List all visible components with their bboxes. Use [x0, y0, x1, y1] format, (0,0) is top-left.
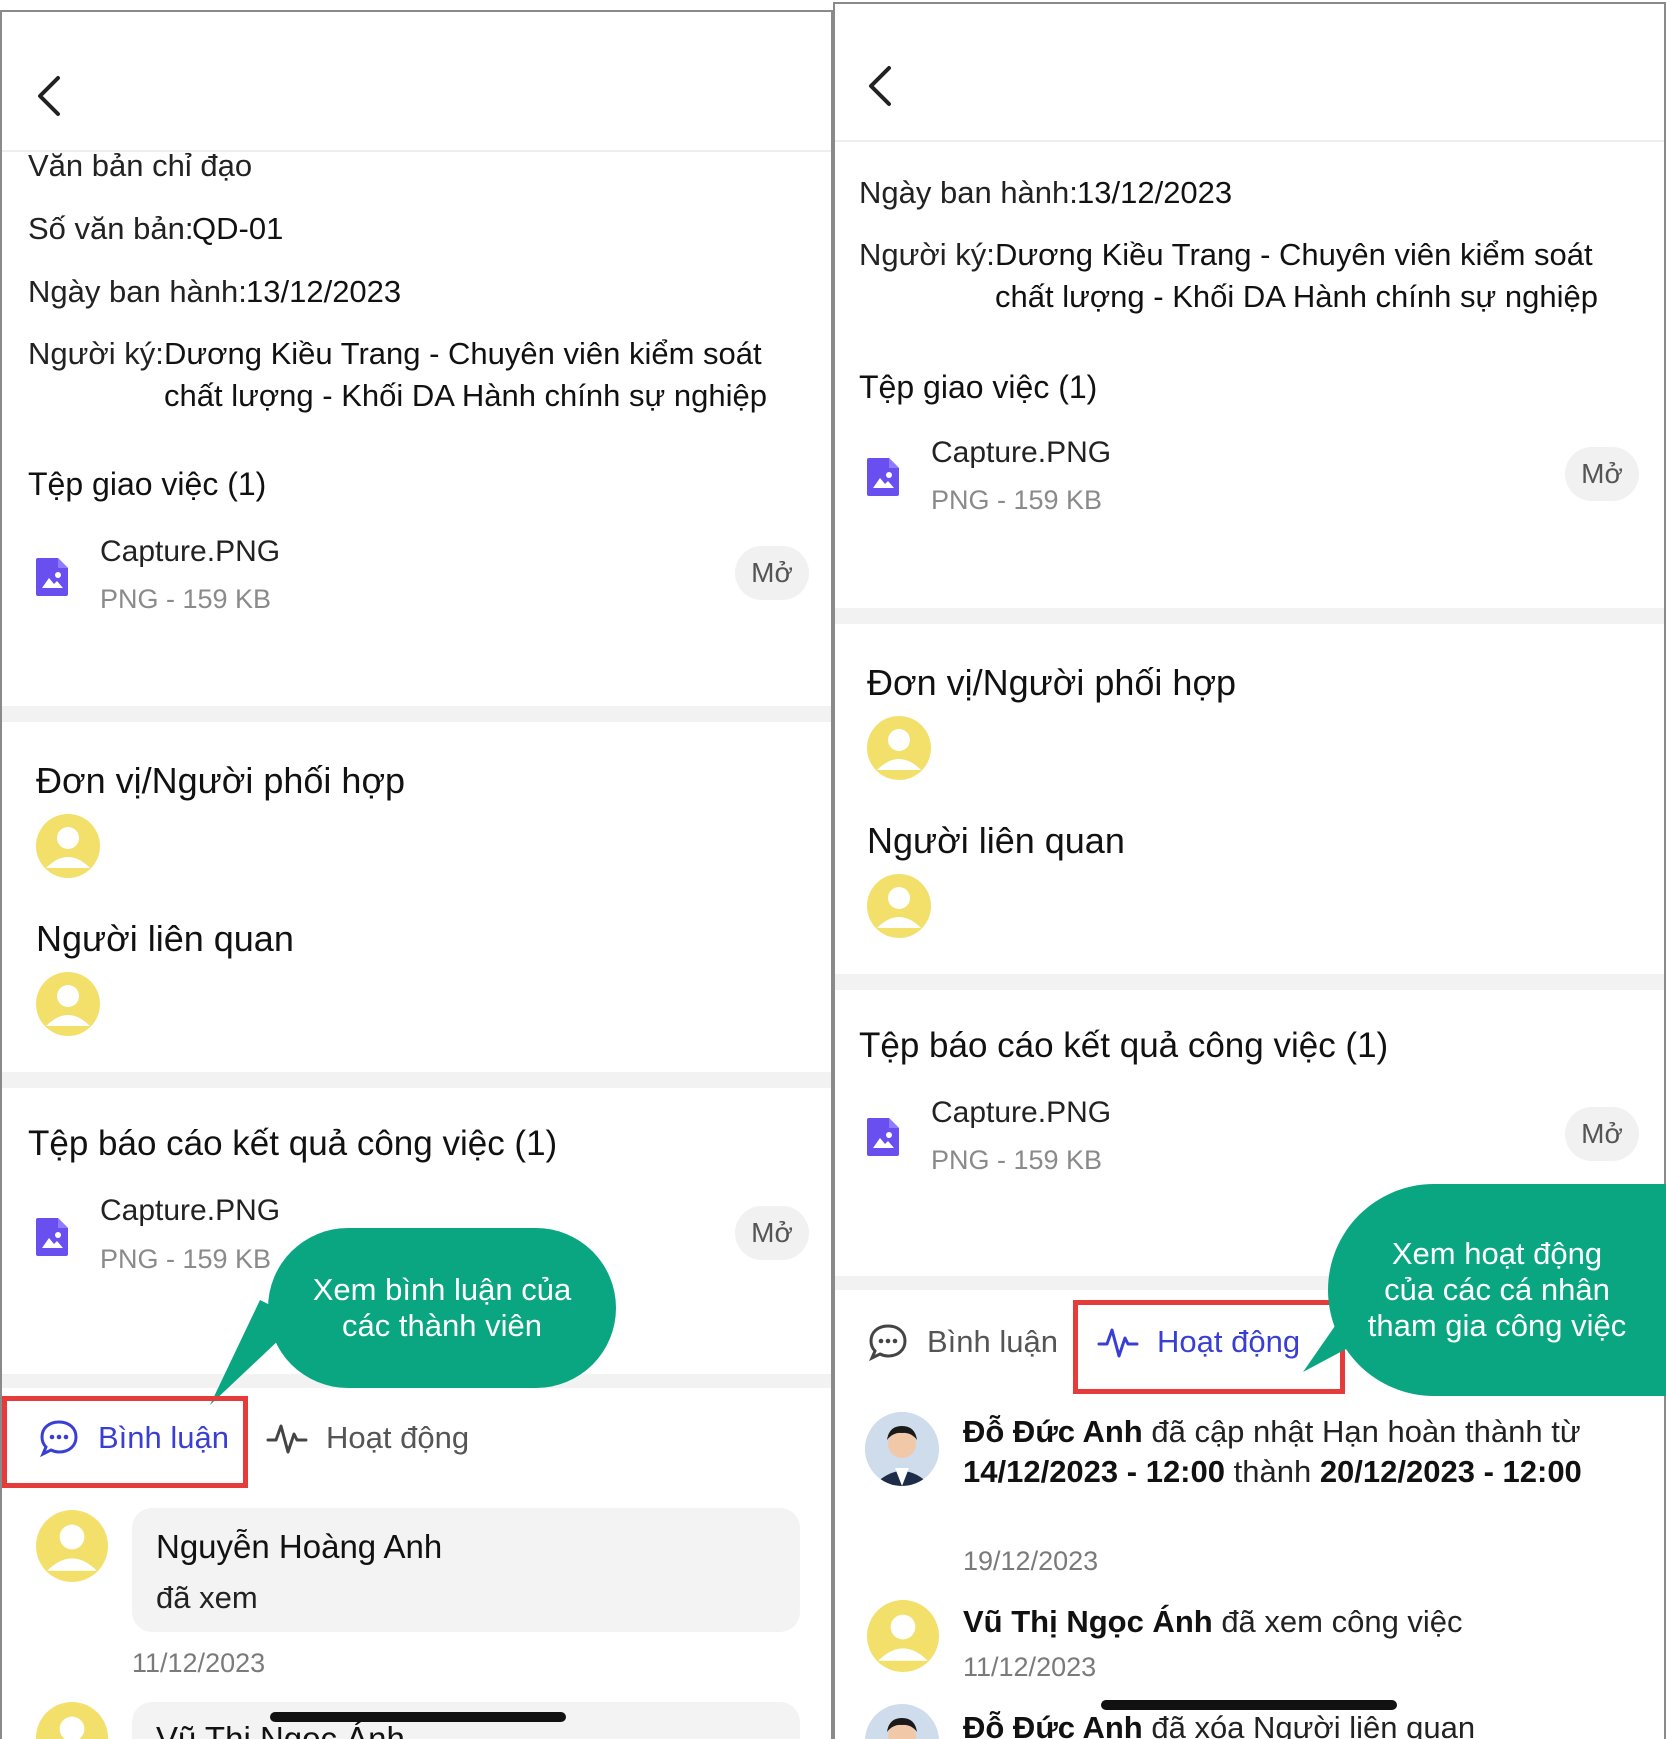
user-avatar-icon[interactable] — [867, 874, 931, 938]
issue-date-label: Ngày ban hành: — [28, 274, 247, 309]
open-file-button[interactable]: Mở — [735, 1206, 809, 1260]
user-avatar-icon[interactable] — [36, 814, 100, 878]
activity-date: 11/12/2023 — [963, 1652, 1097, 1682]
file-meta: PNG - 159 KB — [931, 1145, 1103, 1175]
signer-line1: Dương Kiều Trang - Chuyên viên kiểm soát — [164, 336, 762, 371]
file-name[interactable]: Capture.PNG — [931, 1096, 1111, 1130]
comment-text: đã xem — [156, 1580, 258, 1615]
tab-comments-label: Bình luận — [927, 1324, 1058, 1359]
image-file-icon — [34, 1216, 70, 1263]
signer-line2: chất lượng - Khối DA Hành chính sự nghiệ… — [164, 378, 767, 413]
callout-line: của các cá nhân — [1384, 1272, 1610, 1307]
activity-desc: đã xóa Người liên quan — [1142, 1710, 1476, 1739]
tab-activity[interactable]: Hoạt động — [266, 1418, 469, 1458]
home-indicator — [270, 1712, 566, 1722]
section-separator — [2, 706, 831, 722]
assign-files-title: Tệp giao việc (1) — [28, 466, 267, 502]
callout-line: Xem hoạt động — [1391, 1236, 1603, 1271]
report-files-title: Tệp báo cáo kết quả công việc (1) — [859, 1026, 1389, 1065]
comment-icon — [869, 1324, 907, 1362]
coordinator-title: Đơn vị/Người phối hợp — [867, 662, 1237, 703]
activity-actor: Đỗ Đức Anh — [963, 1414, 1143, 1449]
signer-line2: chất lượng - Khối DA Hành chính sự nghiệ… — [995, 279, 1598, 314]
back-chevron-icon[interactable] — [861, 62, 897, 110]
coordinator-title: Đơn vị/Người phối hợp — [36, 760, 406, 801]
signer-label: Người ký: — [28, 336, 164, 371]
related-title: Người liên quan — [36, 918, 294, 959]
user-avatar-icon[interactable] — [36, 972, 100, 1036]
issue-date-value: 13/12/2023 — [1077, 175, 1233, 210]
header-divider — [835, 140, 1664, 142]
frame-border — [833, 2, 835, 1739]
file-meta: PNG - 159 KB — [100, 584, 272, 614]
user-avatar-icon[interactable] — [867, 1600, 939, 1672]
image-file-icon — [865, 1116, 901, 1163]
open-file-button[interactable]: Mở — [735, 546, 809, 600]
activity-text: Vũ Thị Ngọc Ánh đã xem công việc — [963, 1602, 1603, 1642]
activity-icon — [266, 1424, 308, 1454]
callout-line: tham gia công việc — [1367, 1308, 1627, 1343]
avatar[interactable] — [865, 1412, 939, 1486]
user-avatar-icon[interactable] — [36, 1510, 108, 1582]
activity-date: 19/12/2023 — [963, 1546, 1099, 1576]
highlight-box — [2, 1396, 248, 1488]
image-file-icon — [34, 556, 70, 603]
activity-text: Đỗ Đức Anh đã cập nhật Hạn hoàn thành từ… — [963, 1412, 1603, 1492]
tab-comments[interactable]: Bình luận — [867, 1322, 1058, 1362]
right-screen: Ngày ban hành: 13/12/2023 Người ký: Dươn… — [833, 0, 1666, 1739]
open-file-button[interactable]: Mở — [1565, 1107, 1639, 1161]
comment-card: Nguyễn Hoàng Anh đã xem — [132, 1508, 800, 1632]
frame-border — [833, 2, 1666, 4]
frame-border — [0, 10, 833, 12]
file-name[interactable]: Capture.PNG — [931, 436, 1111, 470]
comment-author: Nguyễn Hoàng Anh — [156, 1528, 443, 1565]
home-indicator — [1101, 1700, 1397, 1710]
callout-bubble: Xem bình luận của các thành viên — [268, 1228, 616, 1388]
callout-bubble: Xem hoạt động của các cá nhân tham gia c… — [1328, 1184, 1666, 1396]
signer-label: Người ký: — [859, 237, 995, 272]
file-name[interactable]: Capture.PNG — [100, 535, 280, 569]
section-separator — [835, 608, 1664, 624]
signer-line1: Dương Kiều Trang - Chuyên viên kiểm soát — [995, 237, 1593, 272]
callout-line: Xem bình luận của — [312, 1272, 572, 1307]
avatar[interactable] — [865, 1704, 939, 1739]
doc-number-value: QD-01 — [192, 211, 284, 246]
file-name[interactable]: Capture.PNG — [100, 1194, 280, 1228]
section-separator — [2, 1072, 831, 1088]
activity-text: Đỗ Đức Anh đã xóa Người liên quan — [963, 1708, 1603, 1739]
file-meta: PNG - 159 KB — [100, 1244, 272, 1274]
file-meta: PNG - 159 KB — [931, 485, 1103, 515]
activity-desc: đã xem công việc — [1212, 1604, 1463, 1639]
tab-activity-label: Hoạt động — [326, 1420, 470, 1455]
image-file-icon — [865, 456, 901, 503]
left-screen: Văn bản chỉ đạo Số văn bản: QD-01 Ngày b… — [0, 0, 833, 1739]
activity-actor: Đỗ Đức Anh — [963, 1710, 1143, 1739]
section-separator — [835, 974, 1664, 990]
callout-line: các thành viên — [342, 1308, 542, 1343]
back-chevron-icon[interactable] — [30, 72, 66, 120]
assign-files-title: Tệp giao việc (1) — [859, 369, 1098, 405]
user-avatar-icon[interactable] — [867, 716, 931, 780]
doc-type: Văn bản chỉ đạo — [28, 148, 253, 183]
doc-number-label: Số văn bản: — [28, 211, 194, 246]
comment-author: Vũ Thị Ngọc Ánh — [156, 1720, 405, 1739]
open-file-button[interactable]: Mở — [1565, 447, 1639, 501]
related-title: Người liên quan — [867, 820, 1125, 861]
activity-actor: Vũ Thị Ngọc Ánh — [963, 1604, 1213, 1639]
report-files-title: Tệp báo cáo kết quả công việc (1) — [28, 1124, 558, 1163]
activity-to: 20/12/2023 - 12:00 — [1319, 1454, 1582, 1489]
issue-date-label: Ngày ban hành: — [859, 175, 1078, 210]
activity-desc: đã cập nhật Hạn hoàn thành từ — [1142, 1414, 1581, 1449]
activity-from: 14/12/2023 - 12:00 — [963, 1454, 1225, 1489]
activity-desc: thành — [1225, 1454, 1320, 1489]
issue-date-value: 13/12/2023 — [246, 274, 402, 309]
comment-date: 11/12/2023 — [132, 1648, 266, 1678]
user-avatar-icon[interactable] — [36, 1702, 108, 1739]
